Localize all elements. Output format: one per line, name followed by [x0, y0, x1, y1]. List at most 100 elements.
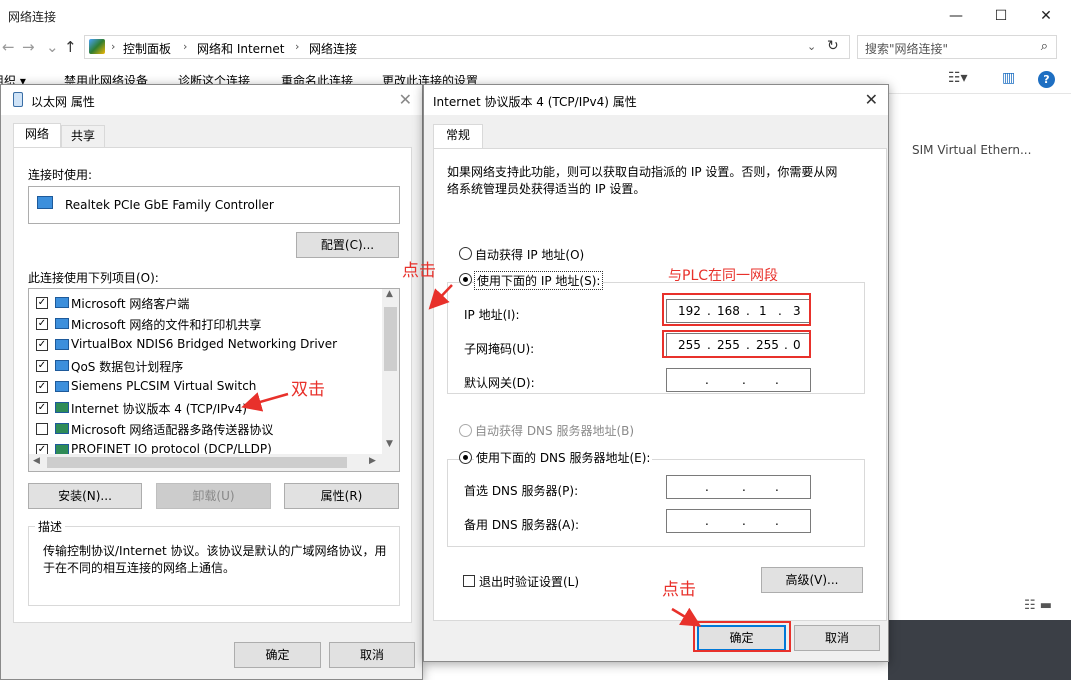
scroll-left-icon[interactable]: ◀	[33, 456, 40, 466]
manual-ip-radio[interactable]	[459, 273, 472, 286]
search-icon[interactable]: ⌕	[1041, 39, 1048, 54]
dns-dot: .	[775, 480, 779, 494]
annotation-same-segment: 与PLC在同一网段	[668, 268, 779, 284]
item-label: Siemens PLCSIM Virtual Switch	[71, 379, 257, 393]
close-icon[interactable]: ✕	[399, 90, 412, 109]
desktop-background	[888, 620, 1071, 680]
item-label: VirtualBox NDIS6 Bridged Networking Driv…	[71, 337, 338, 351]
gateway-field[interactable]: . . .	[666, 368, 811, 392]
maximize-icon[interactable]: ☐	[978, 0, 1024, 32]
ipv4-properties-dialog: Internet 协议版本 4 (TCP/IPv4) 属性 ✕ 常规 如果网络支…	[423, 84, 889, 662]
item-checkbox[interactable]: ✓	[36, 360, 48, 372]
gateway-dot: .	[742, 373, 746, 387]
ipv4-cancel-button[interactable]: 取消	[794, 625, 880, 651]
scroll-right-icon[interactable]: ▶	[369, 456, 376, 466]
gateway-dot: .	[705, 373, 709, 387]
address-bar[interactable]: › 控制面板 › 网络和 Internet › 网络连接 ⌄ ↻	[84, 35, 850, 59]
breadcrumb-separator: ›	[183, 40, 188, 53]
item-checkbox[interactable]: ✓	[36, 297, 48, 309]
search-input[interactable]: 搜索"网络连接" ⌕	[857, 35, 1057, 59]
connection-item-plcsim[interactable]: SIM Virtual Ethern...	[912, 143, 1031, 157]
horizontal-scroll-thumb[interactable]	[47, 457, 347, 468]
ok-button-highlight	[693, 621, 791, 652]
scroll-up-icon[interactable]: ▲	[386, 289, 393, 299]
description-label: 描述	[35, 518, 66, 535]
address-row: ← → ⌄ ↑ › 控制面板 › 网络和 Internet › 网络连接 ⌄ ↻…	[0, 34, 1071, 62]
recent-chevron-icon[interactable]: ⌄	[46, 38, 59, 56]
ethernet-cancel-button[interactable]: 取消	[329, 642, 415, 668]
item-checkbox[interactable]: ✓	[36, 339, 48, 351]
validate-on-exit-checkbox[interactable]	[463, 575, 475, 587]
tab-general[interactable]: 常规	[433, 124, 483, 148]
network-adapter-icon	[13, 92, 23, 107]
ethernet-properties-dialog: 以太网 属性 ✕ 网络 共享 连接时使用: Realtek PCIe GbE F…	[0, 84, 423, 680]
view-options-icon[interactable]: ☷▾	[948, 70, 968, 86]
explorer-title: 网络连接	[8, 10, 57, 24]
network-component-icon	[55, 360, 69, 371]
dns-dot: .	[705, 514, 709, 528]
breadcrumb-network-connections[interactable]: 网络连接	[309, 40, 357, 57]
item-label: QoS 数据包计划程序	[71, 360, 184, 374]
ethernet-ok-button[interactable]: 确定	[234, 642, 321, 668]
connect-using-label: 连接时使用:	[28, 168, 93, 182]
list-item[interactable]: ✓ VirtualBox NDIS6 Bridged Networking Dri…	[29, 335, 384, 355]
properties-button[interactable]: 属性(R)	[284, 483, 399, 509]
horizontal-scrollbar[interactable]: ◀ ▶	[29, 454, 399, 471]
refresh-icon[interactable]: ↻	[827, 38, 839, 54]
dns-dot: .	[742, 480, 746, 494]
description-group: 描述 传输控制协议/Internet 协议。该协议是默认的广域网络协议，用于在不…	[28, 518, 400, 606]
breadcrumb-network-internet[interactable]: 网络和 Internet	[197, 40, 284, 57]
preferred-dns-field[interactable]: . . .	[666, 475, 811, 499]
preferred-dns-label: 首选 DNS 服务器(P):	[464, 484, 579, 498]
vertical-scrollbar[interactable]: ▲ ▼	[382, 289, 399, 455]
item-checkbox[interactable]: ✓	[36, 402, 48, 414]
advanced-button[interactable]: 高级(V)...	[761, 567, 863, 593]
list-item[interactable]: ✓ Microsoft 网络客户端	[29, 293, 384, 313]
item-label: Microsoft 网络适配器多路传送器协议	[71, 423, 274, 437]
control-panel-icon	[89, 39, 105, 54]
adapter-field: Realtek PCIe GbE Family Controller	[28, 186, 400, 224]
item-checkbox[interactable]	[36, 423, 48, 435]
subnet-mask-highlight	[662, 330, 811, 358]
help-icon[interactable]: ?	[1038, 71, 1055, 88]
alternate-dns-field[interactable]: . . .	[666, 509, 811, 533]
forward-arrow-icon[interactable]: →	[22, 38, 35, 56]
view-toggle-icons[interactable]: ☷ ▬	[1024, 598, 1052, 613]
configure-button[interactable]: 配置(C)...	[296, 232, 399, 258]
network-component-icon	[55, 402, 69, 413]
breadcrumb-control-panel[interactable]: 控制面板	[123, 40, 171, 57]
address-dropdown-icon[interactable]: ⌄	[807, 40, 816, 53]
auto-ip-label: 自动获得 IP 地址(O)	[475, 248, 585, 262]
back-arrow-icon[interactable]: ←	[2, 38, 15, 56]
tab-network[interactable]: 网络	[13, 123, 61, 147]
close-icon[interactable]: ✕	[865, 90, 878, 109]
list-item[interactable]: ✓ QoS 数据包计划程序	[29, 356, 384, 376]
item-checkbox[interactable]: ✓	[36, 381, 48, 393]
manual-dns-radio[interactable]	[459, 451, 472, 464]
install-button[interactable]: 安装(N)...	[28, 483, 142, 509]
dns-dot: .	[775, 514, 779, 528]
ipv4-dialog-title: Internet 协议版本 4 (TCP/IPv4) 属性	[433, 95, 637, 109]
breadcrumb-separator: ›	[295, 40, 300, 53]
list-item[interactable]: ✓ Microsoft 网络的文件和打印机共享	[29, 314, 384, 334]
auto-dns-label: 自动获得 DNS 服务器地址(B)	[475, 424, 635, 438]
network-component-icon	[55, 423, 69, 434]
list-item[interactable]: ✓ Siemens PLCSIM Virtual Switch	[29, 377, 384, 397]
scroll-down-icon[interactable]: ▼	[386, 439, 393, 449]
minimize-icon[interactable]: —	[933, 0, 979, 32]
list-item[interactable]: Microsoft 网络适配器多路传送器协议	[29, 419, 384, 439]
item-checkbox[interactable]: ✓	[36, 318, 48, 330]
list-item[interactable]: ✓ Internet 协议版本 4 (TCP/IPv4)	[29, 398, 384, 418]
items-label: 此连接使用下列项目(O):	[28, 271, 159, 285]
up-arrow-icon[interactable]: ↑	[64, 38, 77, 56]
preview-pane-icon[interactable]: ▥	[1002, 70, 1015, 86]
dns-settings-group	[447, 459, 865, 547]
network-component-icon	[55, 339, 69, 350]
close-icon[interactable]: ✕	[1023, 0, 1069, 32]
network-card-icon	[37, 196, 53, 209]
auto-ip-radio[interactable]	[459, 247, 472, 260]
tab-sharing[interactable]: 共享	[61, 125, 105, 147]
validate-on-exit-label: 退出时验证设置(L)	[479, 575, 580, 589]
network-component-icon	[55, 381, 69, 392]
vertical-scroll-thumb[interactable]	[384, 307, 397, 371]
